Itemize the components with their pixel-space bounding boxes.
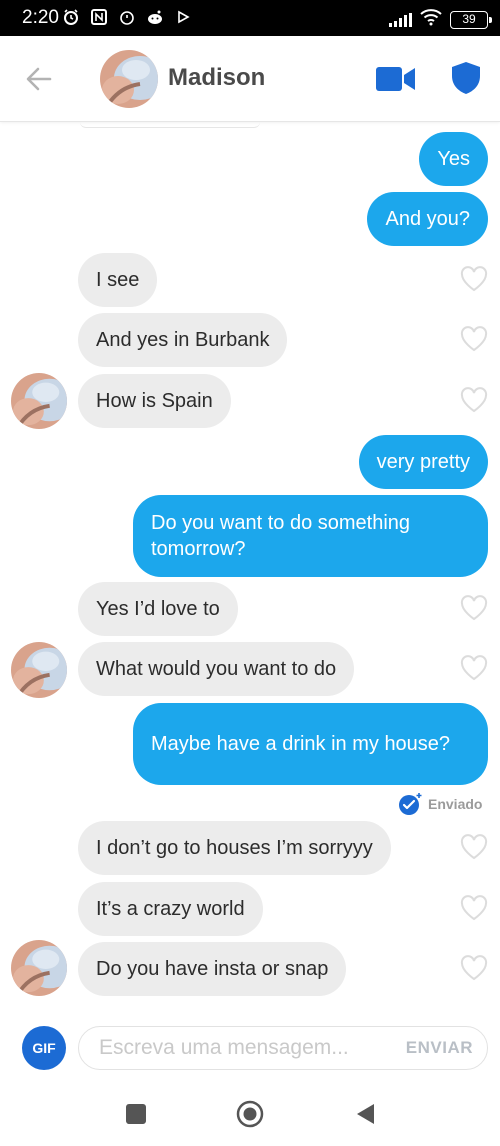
message-text: I see [96, 269, 140, 291]
message-text: It’s a crazy world [96, 898, 245, 920]
received-message[interactable]: I see [78, 253, 158, 307]
received-message[interactable]: What would you want to do [78, 642, 355, 696]
signal-icon [389, 12, 412, 27]
alarm-clock-icon [118, 8, 136, 26]
battery-icon: 39 [450, 10, 492, 29]
contact-avatar-small[interactable] [11, 642, 67, 698]
message-text: Yes I’d love to [96, 598, 220, 620]
message-text: Do you have insta or snap [96, 958, 329, 980]
received-message[interactable]: Do you have insta or snap [78, 942, 347, 996]
message-input-placeholder: Escreva uma mensagem... [99, 1036, 349, 1059]
received-message[interactable]: Yes I’d love to [78, 582, 238, 636]
received-message[interactable]: I don’t go to houses I’m sorryyy [78, 821, 391, 875]
contact-avatar-small[interactable] [11, 373, 67, 429]
message-text: Yes [437, 148, 470, 170]
shield-icon [452, 62, 480, 94]
like-heart-icon[interactable] [460, 326, 488, 352]
sent-message[interactable]: Do you want to do something tomorrow? [133, 495, 488, 577]
delivery-status-label: Enviado [428, 796, 483, 812]
back-arrow-icon [26, 67, 52, 91]
safety-button[interactable] [451, 61, 481, 95]
sent-check-icon [399, 793, 422, 815]
contact-name[interactable]: Madison [168, 64, 265, 92]
message-text: Maybe have a drink in my house? [151, 733, 451, 755]
message-text: Do you want to do something tomorrow? [151, 512, 411, 560]
system-navigation-bar [0, 1084, 500, 1146]
gif-button[interactable]: GIF [22, 1026, 66, 1070]
received-message[interactable]: It’s a crazy world [78, 882, 263, 936]
like-heart-icon[interactable] [460, 655, 488, 681]
wifi-icon [420, 8, 442, 31]
system-back-button[interactable] [354, 1102, 376, 1126]
like-heart-icon[interactable] [460, 595, 488, 621]
sent-message[interactable]: very pretty [358, 435, 488, 489]
contact-avatar-small[interactable] [11, 940, 67, 996]
message-composer: GIF Escreva uma mensagem... ENVIAR [0, 1012, 500, 1084]
status-notification-icons [62, 8, 192, 26]
message-text: very pretty [376, 451, 470, 473]
message-text: I don’t go to houses I’m sorryyy [96, 837, 373, 859]
back-button[interactable] [22, 62, 56, 96]
like-heart-icon[interactable] [460, 895, 488, 921]
message-text: How is Spain [96, 390, 213, 412]
previous-message-edge [80, 122, 260, 128]
message-list[interactable]: Yes And you? I see And yes in Burbank Ho… [0, 122, 500, 1012]
sent-message[interactable]: Maybe have a drink in my house? [133, 703, 488, 785]
message-text: What would you want to do [96, 658, 337, 680]
alarm-icon [62, 8, 80, 26]
recent-apps-button[interactable] [126, 1104, 146, 1124]
like-heart-icon[interactable] [460, 834, 488, 860]
like-heart-icon[interactable] [460, 266, 488, 292]
video-camera-icon [376, 67, 415, 91]
status-time: 2:20 [22, 7, 59, 28]
nfc-icon [90, 8, 108, 26]
video-call-button[interactable] [376, 66, 416, 92]
chat-header: Madison [0, 36, 500, 122]
contact-avatar[interactable] [100, 50, 158, 108]
received-message[interactable]: And yes in Burbank [78, 313, 288, 367]
sent-message[interactable]: And you? [367, 192, 488, 246]
reddit-icon [146, 8, 164, 26]
home-button[interactable] [236, 1100, 264, 1128]
sent-message[interactable]: Yes [419, 132, 488, 186]
message-text: And you? [385, 208, 470, 230]
message-text: And yes in Burbank [96, 329, 270, 351]
delivery-status: Enviado [398, 792, 482, 816]
send-button[interactable]: ENVIAR [406, 1038, 473, 1058]
like-heart-icon[interactable] [460, 387, 488, 413]
play-icon [174, 8, 192, 26]
message-input[interactable]: Escreva uma mensagem... ENVIAR [78, 1026, 488, 1070]
status-system-icons: 39 [389, 8, 492, 31]
received-message[interactable]: How is Spain [78, 374, 231, 428]
like-heart-icon[interactable] [460, 955, 488, 981]
status-bar: 2:20 39 [0, 0, 500, 36]
